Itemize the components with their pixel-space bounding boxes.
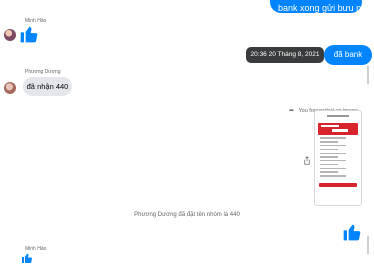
incoming-message-bubble[interactable]: đã nhận 440	[23, 77, 72, 96]
outgoing-message-bubble[interactable]: bank xong gửi bưu nhé	[270, 0, 362, 13]
forward-arrow-icon: ➦	[289, 108, 295, 114]
receipt-line	[320, 160, 346, 162]
receipt-line	[320, 141, 338, 143]
scrollbar-thumb[interactable]	[367, 66, 369, 84]
receipt-header	[319, 115, 357, 121]
receipt-line	[320, 156, 338, 158]
sender-name: Phương Dương	[25, 69, 61, 75]
receipt-line	[320, 171, 338, 173]
receipt-line	[320, 144, 346, 147]
receipt-line	[320, 175, 346, 177]
system-message: Phương Dương đã đặt tên nhóm là 440	[134, 212, 240, 218]
like-icon[interactable]	[21, 252, 33, 264]
receipt-line	[320, 167, 346, 170]
receipt-line	[320, 152, 346, 154]
like-icon[interactable]	[19, 24, 39, 44]
receipt-line	[320, 148, 338, 151]
receipt-line	[320, 137, 346, 139]
timestamp-tooltip: 20:36 20 Tháng 8, 2021	[246, 47, 324, 63]
outgoing-message-bubble[interactable]: đã bank	[324, 45, 372, 65]
receipt-button	[319, 182, 357, 187]
avatar[interactable]	[4, 29, 16, 41]
receipt-line	[320, 163, 338, 166]
receipt-amount-banner	[318, 123, 358, 135]
avatar[interactable]	[4, 82, 16, 94]
like-icon[interactable]	[342, 222, 362, 242]
outgoing-message-text: đã bank	[333, 50, 363, 59]
share-icon[interactable]	[303, 152, 311, 165]
outgoing-message-text: bank xong gửi bưu nhé	[278, 3, 362, 13]
incoming-message-text: đã nhận 440	[26, 82, 69, 91]
forwarded-image[interactable]	[314, 110, 362, 206]
scrollbar-thumb[interactable]	[367, 236, 369, 254]
